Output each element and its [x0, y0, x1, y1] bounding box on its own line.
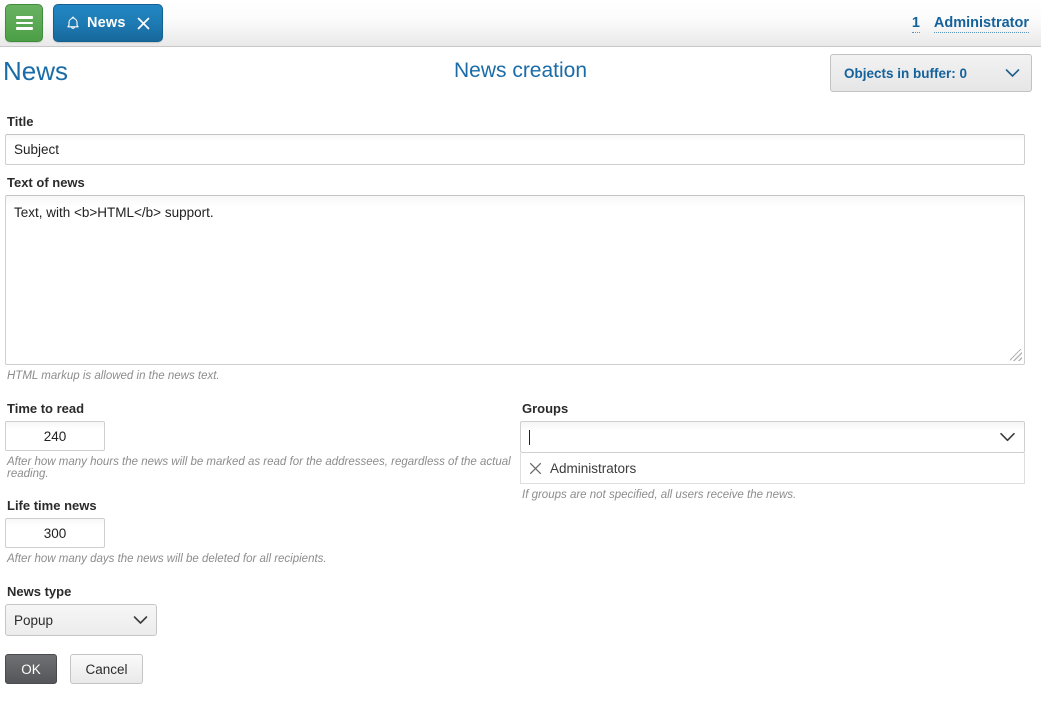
news-creation-form: Title Text of news Text, with <b>HTML</b…	[0, 114, 1041, 684]
user-menu-link[interactable]: Administrator	[934, 15, 1029, 33]
tab-news-label: News	[87, 15, 126, 31]
time-to-read-input[interactable]	[5, 421, 105, 451]
text-of-news-label: Text of news	[7, 175, 1025, 190]
chevron-down-icon[interactable]	[999, 432, 1016, 443]
objects-in-buffer-label: Objects in buffer: 0	[844, 66, 967, 81]
close-icon[interactable]	[137, 17, 150, 30]
groups-label: Groups	[522, 401, 1025, 416]
text-cursor	[529, 430, 530, 445]
title-label: Title	[7, 114, 1025, 129]
life-time-news-input[interactable]	[5, 518, 105, 548]
page-header: News News creation Objects in buffer: 0	[0, 56, 1041, 104]
news-type-label: News type	[7, 584, 517, 599]
title-input[interactable]	[5, 134, 1025, 165]
chevron-down-icon	[1005, 66, 1020, 81]
time-to-read-label: Time to read	[7, 401, 517, 416]
news-type-select-wrapper: Popup	[5, 604, 157, 636]
group-name: Administrators	[550, 461, 636, 476]
settings-columns: Time to read After how many hours the ne…	[5, 401, 1025, 684]
top-bar: News 1 Administrator	[0, 0, 1041, 47]
time-to-read-hint: After how many hours the news will be ma…	[7, 456, 517, 480]
cancel-button[interactable]: Cancel	[70, 654, 143, 684]
bell-icon	[66, 16, 80, 31]
groups-hint: If groups are not specified, all users r…	[522, 489, 1025, 501]
notification-count-link[interactable]: 1	[912, 15, 920, 33]
news-type-select[interactable]: Popup	[5, 604, 157, 636]
text-of-news-hint: HTML markup is allowed in the news text.	[7, 370, 1025, 382]
text-of-news-wrapper: Text, with <b>HTML</b> support.	[5, 195, 1025, 365]
top-bar-right: 1 Administrator	[912, 0, 1029, 47]
text-of-news-textarea[interactable]: Text, with <b>HTML</b> support.	[5, 195, 1025, 365]
groups-multiselect-input[interactable]	[520, 421, 1025, 453]
list-item[interactable]: Administrators	[521, 453, 1024, 483]
ok-button[interactable]: OK	[5, 654, 57, 684]
tab-news[interactable]: News	[53, 4, 163, 42]
objects-in-buffer-button[interactable]: Objects in buffer: 0	[830, 54, 1032, 92]
form-actions: OK Cancel	[5, 654, 517, 684]
life-time-news-hint: After how many days the news will be del…	[7, 553, 517, 565]
hamburger-icon	[16, 13, 33, 33]
menu-toggle-button[interactable]	[5, 4, 43, 42]
life-time-news-label: Life time news	[7, 498, 517, 513]
settings-left-column: Time to read After how many hours the ne…	[5, 401, 517, 684]
remove-x-icon[interactable]	[529, 462, 542, 475]
settings-right-column: Groups Administrators	[517, 401, 1025, 684]
groups-selected-list: Administrators	[520, 453, 1025, 484]
